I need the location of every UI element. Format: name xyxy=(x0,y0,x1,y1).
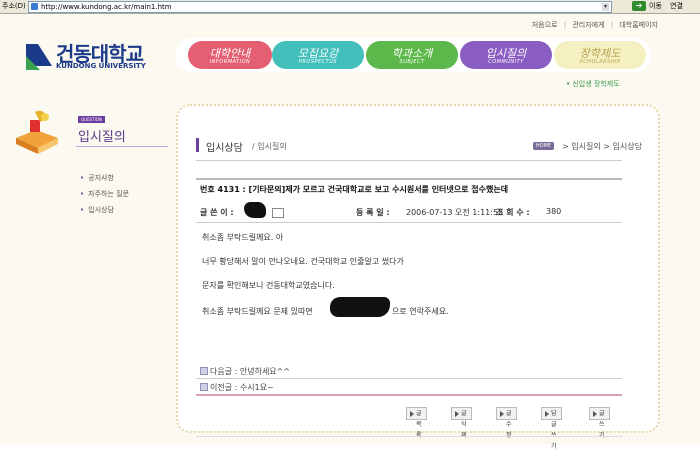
prev-post-link[interactable]: 다음글 : 안녕하세요^^ xyxy=(196,364,622,379)
go-arrow-icon[interactable]: ➔ xyxy=(632,1,646,11)
post-date: 2006-07-13 오전 1:11:53 xyxy=(406,208,504,217)
page-subtitle: / 입시질의 xyxy=(252,142,287,151)
sidebar-menu: 공지사항 자주하는 질문 입시상담 xyxy=(80,170,129,218)
nav-information[interactable]: 대학안내 INFORMATION xyxy=(188,41,272,69)
body-line: 으로 연락주세요. xyxy=(392,307,449,316)
sidebar-item-faq[interactable]: 자주하는 질문 xyxy=(80,186,129,202)
logo-english: KUNDONG UNIVERSITY xyxy=(56,62,146,70)
sidebar-item-consult[interactable]: 입시상담 xyxy=(80,202,129,218)
post-meta: 글 쓴 이 : 등 록 일 : 2006-07-13 오전 1:11:53 조 … xyxy=(196,200,622,223)
top-links: 처음으로 | 관리자에게 | 대학홈페이지 xyxy=(531,21,658,29)
nav-prospectus[interactable]: 모집요강 PROSPECTUS xyxy=(272,41,364,69)
next-post-link[interactable]: 이전글 : 수시1요~ xyxy=(196,380,622,396)
bottom-divider xyxy=(196,436,622,437)
breadcrumb: 입시상담 / 입시질의 HOME > 입시질의 > 입시상담 xyxy=(196,134,644,156)
url-input[interactable]: http://www.kundong.ac.kr/main1.htm ▾ xyxy=(28,1,612,13)
nav-scholarship-sub: SCHOLARSHIP xyxy=(579,59,621,65)
chevron-down-icon[interactable]: ▾ xyxy=(602,3,609,11)
question-badge: QUESTION xyxy=(78,116,105,123)
list-button[interactable]: 글목록 xyxy=(406,407,427,439)
sidebar-item-notice[interactable]: 공지사항 xyxy=(80,170,129,186)
book-gramophone-icon xyxy=(16,110,58,154)
logo-mark-icon xyxy=(26,44,52,70)
home-badge[interactable]: HOME xyxy=(532,142,554,150)
arrow-up-icon xyxy=(200,367,208,375)
post-header: 번호 4131 : [기타문의]제가 모르고 건국대학교로 보고 수시원서를 인… xyxy=(196,178,622,196)
top-link-home[interactable]: 처음으로 xyxy=(532,21,558,29)
edit-button[interactable]: 글수정 xyxy=(496,407,517,439)
body-line: 문자를 확인해보니 건동대학교였습니다. xyxy=(202,281,335,290)
redacted-author xyxy=(244,202,266,218)
sidebar-divider xyxy=(76,146,168,147)
nav-sub-link[interactable]: • 신입생 장학제도 xyxy=(566,79,620,89)
delete-button[interactable]: 글삭제 xyxy=(451,407,472,439)
top-link-admin[interactable]: 관리자에게 xyxy=(572,21,604,29)
memo-icon[interactable] xyxy=(272,208,284,218)
body-line: 너무 황당해서 말이 안나오네요. 건국대학교 인줄알고 썼다가 xyxy=(202,257,404,266)
date-label: 등 록 일 : xyxy=(356,208,390,217)
address-label: 주소(D) xyxy=(2,2,26,10)
prev-post-label: 다음글 : 안녕하세요^^ xyxy=(210,367,291,376)
body-line: 취소좀 부탁드릴께요 문제 있따면 xyxy=(202,307,313,316)
redacted-phone xyxy=(330,297,390,317)
reply-button[interactable]: 답글쓰기 xyxy=(541,407,562,450)
nav-subject-sub: SUBJECT xyxy=(399,59,425,65)
nav-scholarship[interactable]: 장학제도 SCHOLARSHIP xyxy=(554,41,646,69)
nav-community-sub: COMMUNITY xyxy=(488,59,524,65)
write-button[interactable]: 글쓰기 xyxy=(589,407,610,439)
arrow-down-icon xyxy=(200,383,208,391)
post-views: 380 xyxy=(546,207,562,216)
nav-community[interactable]: 입시질의 COMMUNITY xyxy=(460,41,552,69)
browser-address-bar: 주소(D) http://www.kundong.ac.kr/main1.htm… xyxy=(0,0,700,14)
url-text: http://www.kundong.ac.kr/main1.htm xyxy=(41,3,172,11)
go-button[interactable]: 이동 xyxy=(649,1,662,12)
nav-information-sub: INFORMATION xyxy=(209,59,251,65)
nav-subject[interactable]: 학과소개 SUBJECT xyxy=(366,41,458,69)
page-icon xyxy=(31,3,38,10)
main-nav: 대학안내 INFORMATION 모집요강 PROSPECTUS 학과소개 SU… xyxy=(175,38,651,72)
next-post-label: 이전글 : 수시1요~ xyxy=(210,383,274,392)
links-button[interactable]: 연결 xyxy=(670,1,683,12)
sidebar-title: 입시질의 xyxy=(78,130,126,145)
university-logo[interactable]: 건동대학교 KUNDONG UNIVERSITY xyxy=(22,38,162,78)
nav-prospectus-sub: PROSPECTUS xyxy=(298,59,338,65)
title-divider xyxy=(196,160,622,161)
views-label: 조 회 수 : xyxy=(496,208,530,217)
body-line: 취소좀 부탁드릴께요. 아 xyxy=(202,233,284,242)
page-title: 입시상담 xyxy=(206,143,243,154)
breadcrumb-path: > 입시질의 > 입시상담 xyxy=(562,142,642,151)
post-title: 번호 4131 : [기타문의]제가 모르고 건국대학교로 보고 수시원서를 인… xyxy=(200,185,509,194)
author-label: 글 쓴 이 : xyxy=(200,208,234,217)
title-accent xyxy=(196,138,199,152)
top-link-university[interactable]: 대학홈페이지 xyxy=(619,21,658,29)
